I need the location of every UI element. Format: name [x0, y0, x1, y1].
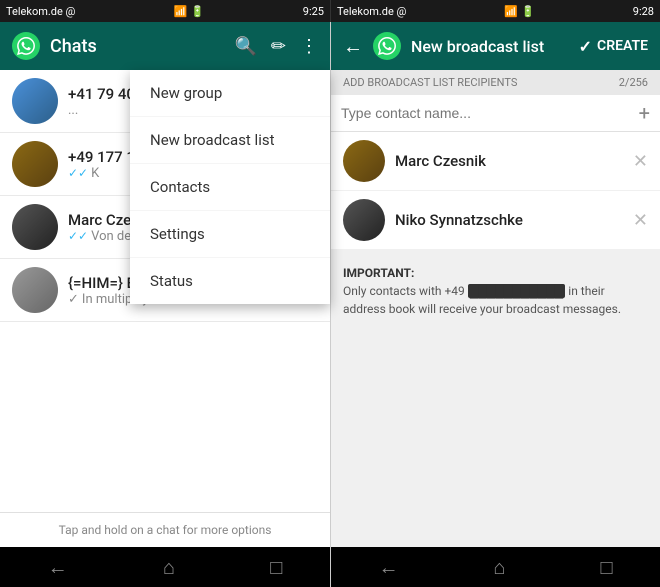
dropdown-item-contacts[interactable]: Contacts	[130, 164, 330, 211]
chats-title: Chats	[50, 36, 224, 57]
carrier-right: Telekom.de @	[337, 5, 406, 18]
recipients-label: ADD BROADCAST LIST RECIPIENTS 2/256	[331, 70, 660, 95]
broadcast-header: ← New broadcast list ✓ CREATE	[331, 22, 660, 70]
time-right: 9:28	[633, 5, 654, 18]
signal-icon-left: 📶	[174, 5, 188, 18]
more-menu-icon[interactable]: ⋮	[300, 36, 318, 57]
signal-icon-right: 📶	[504, 5, 518, 18]
recipient-avatar-2	[343, 199, 385, 241]
battery-icon-right: 🔋	[521, 5, 535, 18]
chats-header: Chats 🔍 ✏ ⋮	[0, 22, 330, 70]
back-button-right[interactable]: ←	[378, 555, 398, 580]
recipient-name-2: Niko Synnatzschke	[395, 211, 623, 229]
check-icon: ✓	[579, 37, 592, 56]
home-button-right[interactable]: ⌂	[493, 555, 505, 580]
avatar-4	[12, 267, 58, 313]
dropdown-item-new-group[interactable]: New group	[130, 70, 330, 117]
recipient-item-2: Niko Synnatzschke ✕	[331, 191, 660, 250]
add-recipients-text: ADD BROADCAST LIST RECIPIENTS	[343, 76, 517, 89]
search-container: +	[331, 95, 660, 132]
broadcast-title: New broadcast list	[411, 37, 569, 56]
dropdown-item-status[interactable]: Status	[130, 258, 330, 304]
back-button-left[interactable]: ←	[48, 555, 68, 580]
avatar-3	[12, 204, 58, 250]
carrier-left: Telekom.de @	[6, 5, 75, 18]
nav-bar-right: ← ⌂ □	[331, 547, 660, 587]
recipients-count: 2/256	[619, 76, 648, 89]
recipient-item-1: Marc Czesnik ✕	[331, 132, 660, 191]
create-label: CREATE	[597, 38, 648, 54]
contact-search-input[interactable]	[341, 105, 631, 121]
create-button[interactable]: ✓ CREATE	[579, 37, 648, 56]
recent-button-left[interactable]: □	[270, 555, 282, 580]
avatar-2	[12, 141, 58, 187]
dropdown-item-settings[interactable]: Settings	[130, 211, 330, 258]
avatar-1	[12, 78, 58, 124]
battery-icon-left: 🔋	[191, 5, 205, 18]
status-bar-left: Telekom.de @ 📶 🔋 9:25	[0, 0, 330, 22]
redacted-number: ███████████	[468, 284, 566, 298]
notice-text: Only contacts with +49 ███████████ in th…	[343, 284, 621, 316]
bottom-hint: Tap and hold on a chat for more options	[0, 512, 330, 547]
dropdown-menu: New group New broadcast list Contacts Se…	[130, 70, 330, 304]
compose-icon[interactable]: ✏	[271, 36, 286, 57]
search-icon[interactable]: 🔍	[234, 36, 256, 57]
important-notice: IMPORTANT: Only contacts with +49 ██████…	[331, 250, 660, 332]
right-panel: ← New broadcast list ✓ CREATE ADD BROADC…	[330, 22, 660, 587]
back-icon[interactable]: ←	[343, 34, 363, 59]
dropdown-item-broadcast[interactable]: New broadcast list	[130, 117, 330, 164]
time-left: 9:25	[303, 5, 324, 18]
right-spacer	[331, 332, 660, 547]
broadcast-logo	[373, 32, 401, 60]
add-contact-icon[interactable]: +	[639, 101, 650, 125]
status-bar-right: Telekom.de @ 📶 🔋 9:28	[330, 0, 660, 22]
left-panel: Chats 🔍 ✏ ⋮ +41 79 40... ...	[0, 22, 330, 587]
remove-recipient-2[interactable]: ✕	[633, 210, 648, 231]
recipient-avatar-1	[343, 140, 385, 182]
recent-button-right[interactable]: □	[600, 555, 612, 580]
recipient-name-1: Marc Czesnik	[395, 152, 623, 170]
nav-bar-left: ← ⌂ □	[0, 547, 330, 587]
home-button-left[interactable]: ⌂	[163, 555, 175, 580]
whatsapp-logo	[12, 32, 40, 60]
remove-recipient-1[interactable]: ✕	[633, 151, 648, 172]
important-label: IMPORTANT:	[343, 266, 414, 280]
